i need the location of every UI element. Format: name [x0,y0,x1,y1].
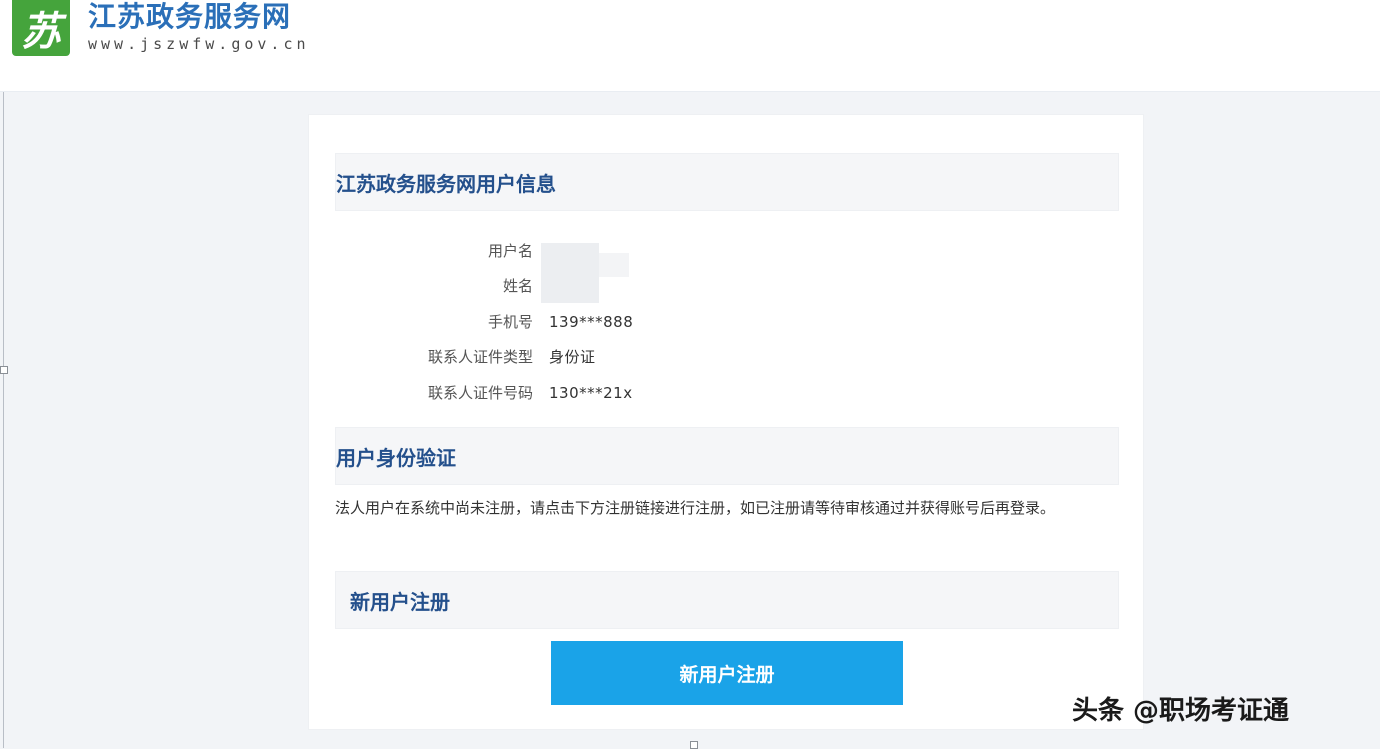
user-info-section-title: 江苏政务服务网用户信息 [335,153,1119,211]
info-row-phone: 手机号 : 139***888 [309,309,1145,335]
site-header: 苏 江苏政务服务网 www.jszwfw.gov.cn [0,0,1380,92]
info-row-name: 姓名 : [309,273,1145,299]
redaction-block [599,253,629,277]
identity-section-title: 用户身份验证 [335,427,1119,485]
info-colon: : [523,313,529,331]
new-user-register-button[interactable]: 新用户注册 [551,641,903,705]
info-value: 139***888 [549,313,634,331]
watermark: 头条 @职场考证通 [1072,696,1290,726]
registration-notice: 法人用户在系统中尚未注册，请点击下方注册链接进行注册，如已注册请等待审核通过并获… [335,499,1056,517]
info-value: 130***21x [549,384,633,402]
site-logo-icon[interactable]: 苏 [12,0,70,56]
info-label: 联系人证件号码 [427,384,533,402]
register-heading: 新用户注册 [350,589,450,614]
info-colon: : [523,277,529,295]
info-colon: : [523,348,529,366]
window-left-edge [0,0,4,748]
resize-handle-left[interactable] [0,366,8,374]
info-row-id-type: 联系人证件类型 : 身份证 [309,344,1145,370]
identity-heading: 用户身份验证 [336,445,456,470]
redacted-area [541,243,631,305]
info-value: 身份证 [549,348,596,366]
info-row-id-number: 联系人证件号码 : 130***21x [309,380,1145,406]
info-colon: : [523,384,529,402]
user-info-card: 江苏政务服务网用户信息 用户名 : 姓名 : 手机号 : 139***888 联… [308,114,1144,730]
info-colon: : [523,242,529,260]
info-label: 姓名 [502,277,533,295]
info-label: 联系人证件类型 [427,348,533,366]
site-url: www.jszwfw.gov.cn [88,35,310,53]
register-section-title: 新用户注册 [335,571,1119,629]
redaction-block [541,243,599,303]
info-row-username: 用户名 : [309,238,1145,264]
site-title[interactable]: 江苏政务服务网 [88,0,291,34]
user-info-heading: 江苏政务服务网用户信息 [336,171,556,196]
